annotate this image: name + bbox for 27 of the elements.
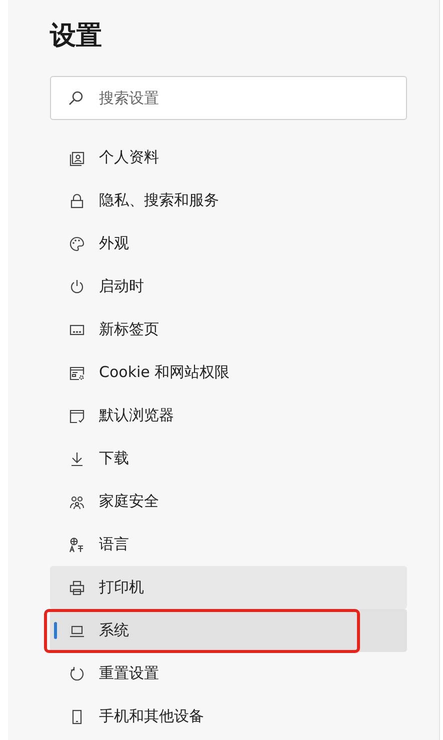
nav-item[interactable]: 新标签页 (50, 308, 407, 351)
nav-item[interactable]: 下载 (50, 437, 407, 480)
nav-item[interactable]: 语言 (50, 523, 407, 566)
lock-icon (69, 192, 85, 208)
nav-item[interactable]: 手机和其他设备 (50, 695, 407, 738)
people-icon (69, 494, 85, 510)
palette-icon (69, 236, 85, 252)
selection-indicator (54, 622, 57, 639)
nav-item[interactable]: 打印机 (50, 566, 407, 609)
browser-check-icon (69, 408, 85, 424)
power-icon (69, 278, 85, 294)
reset-icon (69, 666, 85, 682)
nav-item[interactable]: 家庭安全 (50, 480, 407, 523)
nav-item[interactable]: 外观 (50, 222, 407, 265)
nav-item[interactable]: 隐私、搜索和服务 (50, 179, 407, 222)
profile-icon (69, 150, 85, 166)
nav-item[interactable]: 默认浏览器 (50, 394, 407, 437)
nav-item[interactable]: 启动时 (50, 265, 407, 308)
download-icon (69, 450, 85, 466)
window-gear-icon (69, 364, 85, 380)
page-title: 设置 (50, 20, 103, 53)
nav-item[interactable]: 个人资料 (50, 136, 407, 179)
search-field[interactable]: 搜索设置 (50, 76, 407, 120)
printer-icon (69, 580, 85, 596)
language-icon (69, 536, 85, 552)
nav-item[interactable]: Cookie 和网站权限 (50, 351, 407, 394)
nav-item[interactable]: 重置设置 (50, 652, 407, 695)
